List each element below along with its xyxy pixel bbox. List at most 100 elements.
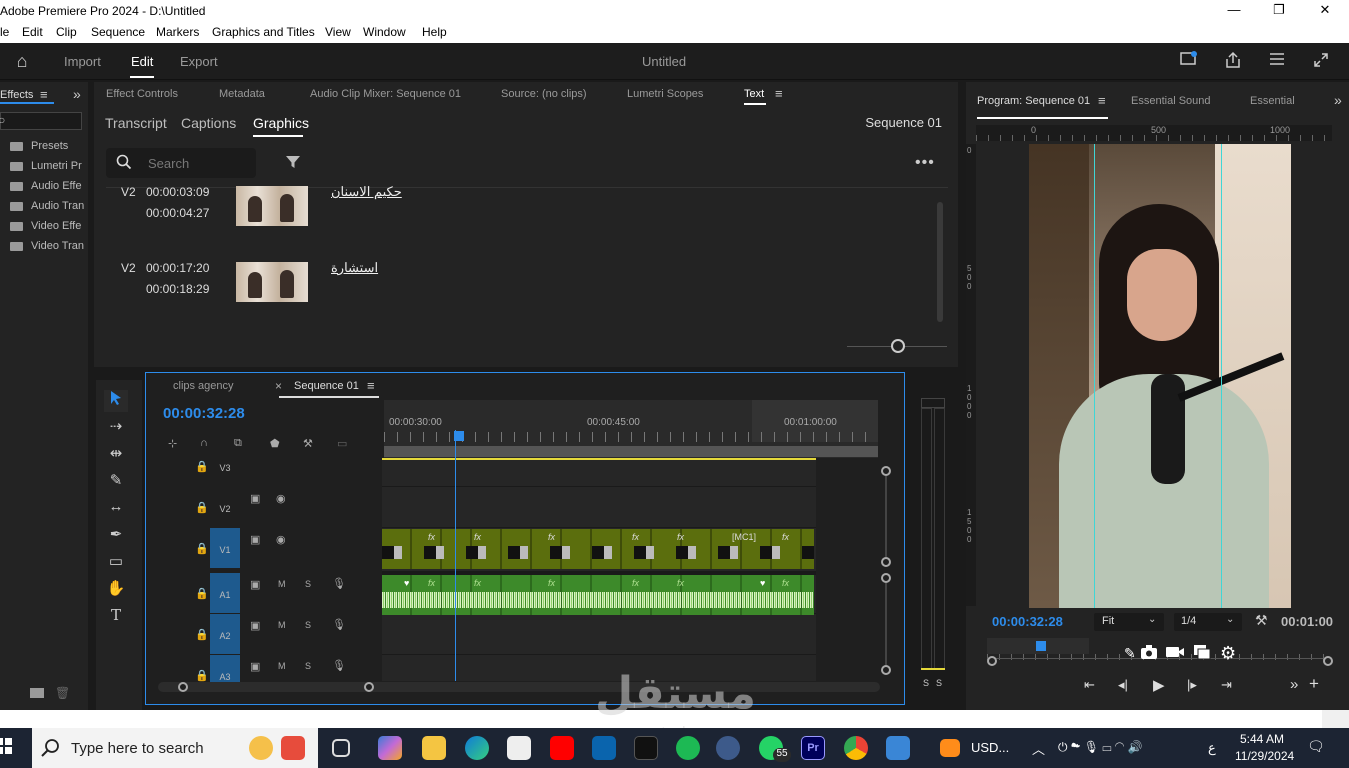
- menu-window[interactable]: Window: [363, 25, 406, 39]
- menu-edit[interactable]: Edit: [22, 25, 43, 39]
- solo-toggle[interactable]: S: [305, 661, 311, 671]
- resolution-dropdown[interactable]: 1/4 ⌄: [1174, 613, 1242, 631]
- expand-panels-icon[interactable]: »: [73, 86, 81, 102]
- youtube-icon[interactable]: [550, 736, 574, 760]
- vertical-zoom-handle[interactable]: [881, 466, 891, 476]
- vertical-zoom-handle[interactable]: [881, 557, 891, 567]
- currency-widget[interactable]: USD...: [971, 740, 1009, 755]
- effects-item-presets[interactable]: Presets: [10, 140, 86, 156]
- clock-time[interactable]: 5:44 AM: [1240, 732, 1284, 746]
- lock-icon[interactable]: 🔒: [195, 587, 209, 600]
- microsoft-store-icon[interactable]: [507, 736, 531, 760]
- captions-scrollbar[interactable]: [937, 202, 943, 322]
- panel-menu-icon[interactable]: ≡: [1098, 93, 1106, 108]
- horizontal-scrollbar[interactable]: [158, 682, 880, 692]
- effects-item-audio-effects[interactable]: Audio Effe: [10, 180, 86, 196]
- track-name[interactable]: A1: [210, 573, 240, 613]
- track-name[interactable]: V3: [210, 446, 240, 486]
- video-scrollbar[interactable]: [885, 476, 887, 557]
- step-back-button[interactable]: ◂|: [1118, 677, 1128, 693]
- program-title[interactable]: Program: Sequence 01: [977, 95, 1090, 107]
- audio-clip-track[interactable]: ♥ fx fx fx fx fx ♥ fx: [382, 575, 814, 615]
- work-area-bar[interactable]: [384, 446, 878, 457]
- film-icon[interactable]: ▣: [250, 619, 260, 632]
- menu-markers[interactable]: Markers: [156, 25, 199, 39]
- file-explorer-icon[interactable]: [422, 736, 446, 760]
- chrome-icon[interactable]: [844, 736, 868, 760]
- panel-menu-icon[interactable]: ≡: [367, 378, 375, 393]
- notifications-icon[interactable]: 🗨: [1307, 738, 1325, 755]
- settings-gear-icon[interactable]: ⚙: [1220, 643, 1236, 664]
- input-language[interactable]: ع: [1208, 740, 1216, 756]
- tab-clips-agency[interactable]: clips agency: [173, 380, 234, 392]
- menu-clip[interactable]: Clip: [56, 25, 77, 39]
- more-options-icon[interactable]: •••: [915, 154, 935, 172]
- more-controls-button[interactable]: »: [1290, 676, 1298, 693]
- caption-text[interactable]: حكيم الاسنان: [331, 184, 402, 200]
- vertical-zoom-handle[interactable]: [881, 573, 891, 583]
- menu-sequence[interactable]: Sequence: [91, 25, 145, 39]
- hand-tool-icon[interactable]: ✋: [104, 579, 128, 601]
- delete-icon[interactable]: 🗑: [55, 686, 70, 700]
- effects-item-lumetri-presets[interactable]: Lumetri Pr: [10, 160, 86, 176]
- menu-graphics-and-titles[interactable]: Graphics and Titles: [212, 25, 315, 39]
- go-to-out-button[interactable]: ⇥: [1221, 677, 1232, 693]
- tab-essential-graphics[interactable]: Essential Gr: [1250, 95, 1295, 107]
- filter-icon[interactable]: [285, 154, 301, 173]
- microphone-icon[interactable]: 🎙: [332, 577, 346, 590]
- selection-tool-icon[interactable]: [104, 390, 128, 412]
- photos-icon[interactable]: [886, 736, 910, 760]
- video-clip-track[interactable]: fx fx fx fx fx [MC1] fx: [382, 529, 814, 569]
- program-playhead[interactable]: [1036, 641, 1046, 651]
- solo-toggle[interactable]: S: [305, 620, 311, 630]
- play-button[interactable]: ▶: [1153, 676, 1165, 694]
- effects-item-video-transitions[interactable]: Video Tran: [10, 240, 86, 256]
- zoom-handle-right[interactable]: [364, 682, 374, 692]
- share-icon[interactable]: [1223, 51, 1243, 71]
- lock-icon[interactable]: 🔒: [195, 460, 209, 473]
- capcut-icon[interactable]: [634, 736, 658, 760]
- mute-toggle[interactable]: M: [278, 620, 286, 630]
- solo-toggle[interactable]: S: [305, 579, 311, 589]
- lock-icon[interactable]: 🔒: [195, 628, 209, 641]
- fit-dropdown[interactable]: Fit ⌄: [1094, 613, 1164, 631]
- scrub-handle-left[interactable]: [987, 656, 997, 666]
- close-button[interactable]: ✕: [1302, 2, 1348, 20]
- film-icon[interactable]: ▣: [250, 492, 260, 505]
- tab-effect-controls[interactable]: Effect Controls: [106, 88, 178, 100]
- time-ruler[interactable]: 00:00:30:00 00:00:45:00 00:01:00:00: [384, 400, 878, 458]
- step-forward-button[interactable]: |▸: [1187, 677, 1197, 693]
- alarm-clock-icon[interactable]: [249, 736, 273, 760]
- home-icon[interactable]: ⌂: [12, 51, 32, 71]
- edge-icon[interactable]: [465, 736, 489, 760]
- panel-menu-icon[interactable]: ≡: [775, 86, 783, 101]
- camera-icon[interactable]: [1140, 644, 1158, 665]
- mute-toggle[interactable]: M: [278, 661, 286, 671]
- gift-icon[interactable]: [281, 736, 305, 760]
- film-icon[interactable]: ▣: [250, 578, 260, 591]
- tab-transcript[interactable]: Transcript: [105, 115, 167, 131]
- tab-captions[interactable]: Captions: [181, 115, 236, 131]
- tab-essential-sound[interactable]: Essential Sound: [1131, 95, 1211, 107]
- menu-help[interactable]: Help: [422, 25, 447, 39]
- outlook-icon[interactable]: [592, 736, 616, 760]
- rectangle-tool-icon[interactable]: ▭: [104, 552, 128, 574]
- caption-item[interactable]: V2 00:00:03:09 00:00:04:27 حكيم الاسنان: [94, 184, 954, 244]
- mute-toggle[interactable]: M: [278, 579, 286, 589]
- lock-icon[interactable]: 🔒: [195, 542, 209, 555]
- solo-left[interactable]: S: [923, 678, 929, 688]
- effects-item-audio-transitions[interactable]: Audio Tran: [10, 200, 86, 216]
- thumbnail-size-handle[interactable]: [891, 339, 905, 353]
- go-to-in-button[interactable]: ⇤: [1084, 677, 1095, 693]
- razor-tool-icon[interactable]: ✎: [104, 471, 128, 493]
- wrench-icon[interactable]: ⚒: [1255, 612, 1268, 629]
- tab-text[interactable]: Text: [744, 88, 764, 100]
- film-icon[interactable]: ▣: [250, 660, 260, 673]
- caption-item[interactable]: V2 00:00:17:20 00:00:18:29 استشارة: [94, 260, 954, 320]
- tray-icons[interactable]: ⏻ ☁ 🎙 ▭ ◠ 🔊: [1058, 740, 1143, 755]
- film-icon[interactable]: ▣: [250, 533, 260, 546]
- slip-tool-icon[interactable]: ↔: [104, 498, 128, 520]
- menu-view[interactable]: View: [325, 25, 351, 39]
- clock-date[interactable]: 11/29/2024: [1235, 749, 1294, 763]
- spotify-icon[interactable]: [676, 736, 700, 760]
